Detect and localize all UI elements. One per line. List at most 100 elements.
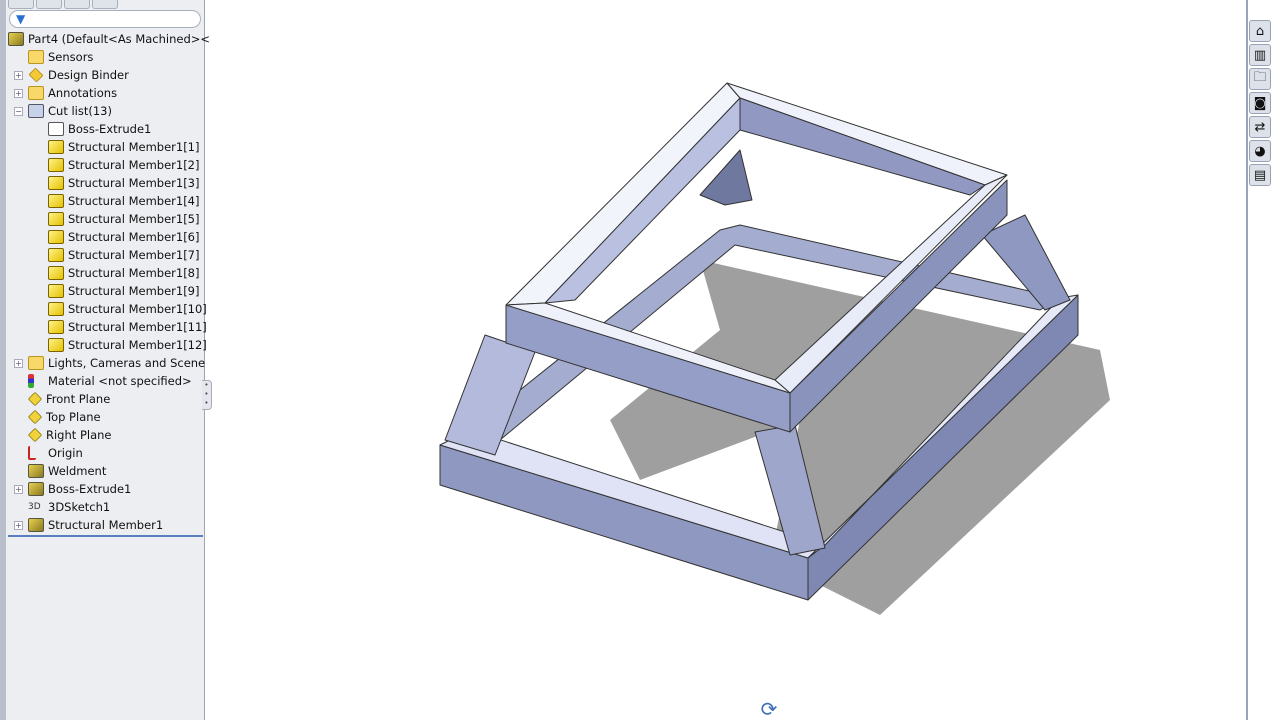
tree-root[interactable]: Part4 (Default<As Machined>< bbox=[8, 30, 210, 48]
folder-icon[interactable]: 🗀 bbox=[1249, 68, 1271, 90]
tree-item-label: Structural Member1 bbox=[48, 518, 164, 532]
annotations-folder-icon bbox=[28, 86, 44, 100]
expand-toggle[interactable]: + bbox=[14, 89, 23, 98]
tree-item-label: Structural Member1[1] bbox=[68, 140, 200, 154]
filter-icon: ▼ bbox=[16, 12, 26, 26]
weldment-icon bbox=[28, 464, 44, 478]
rebuild-icon[interactable]: ⟳ bbox=[757, 698, 781, 720]
model-view bbox=[439, 82, 1110, 615]
tree-item[interactable]: Structural Member1[8] bbox=[8, 264, 203, 282]
expand-toggle[interactable]: − bbox=[14, 107, 23, 116]
tree-item[interactable]: Origin bbox=[8, 444, 203, 462]
view-palette-icon[interactable]: ◙ bbox=[1249, 92, 1271, 114]
tree-item[interactable]: Structural Member1[4] bbox=[8, 192, 203, 210]
tree-item[interactable]: Weldment bbox=[8, 462, 203, 480]
solid-body-icon bbox=[48, 140, 64, 154]
tree-item[interactable]: Structural Member1[12] bbox=[8, 336, 207, 354]
tree-item[interactable]: Structural Member1[3] bbox=[8, 174, 203, 192]
tree-item[interactable]: Structural Member1[7] bbox=[8, 246, 203, 264]
tree-item[interactable]: − Cut list(13) bbox=[8, 102, 203, 120]
tree-item[interactable]: Boss-Extrude1 bbox=[8, 120, 203, 138]
tree-item-label: Lights, Cameras and Scene bbox=[48, 356, 206, 370]
rollback-bar[interactable] bbox=[8, 535, 203, 537]
expand-toggle[interactable]: + bbox=[14, 71, 23, 80]
home-icon[interactable]: ⌂ bbox=[1249, 20, 1271, 42]
tree-item-label: Boss-Extrude1 bbox=[68, 122, 152, 136]
expand-toggle[interactable]: + bbox=[14, 359, 23, 368]
tab-feature-manager[interactable] bbox=[8, 0, 34, 9]
tree-item[interactable]: 3D 3DSketch1 bbox=[8, 498, 203, 516]
solid-body-icon bbox=[48, 158, 64, 172]
tree-item-label: Annotations bbox=[48, 86, 118, 100]
resources-icon[interactable]: ▥ bbox=[1249, 44, 1271, 66]
tree-item-label: Design Binder bbox=[48, 68, 129, 82]
tree-item[interactable]: + Structural Member1 bbox=[8, 516, 203, 534]
task-pane: ⌂ ▥ 🗀 ◙ ⇄ ◕ ▤ bbox=[1246, 0, 1280, 720]
tree-item-label: Front Plane bbox=[46, 392, 111, 406]
tree-item-label: Structural Member1[7] bbox=[68, 248, 200, 262]
tree-item[interactable]: Sensors bbox=[8, 48, 203, 66]
tree-item-label: Structural Member1[6] bbox=[68, 230, 200, 244]
graphics-area[interactable] bbox=[206, 0, 1246, 720]
tree-item[interactable]: Structural Member1[5] bbox=[8, 210, 203, 228]
tree-item[interactable]: + Annotations bbox=[8, 84, 203, 102]
top-inner-back bbox=[739, 97, 986, 196]
tree-item[interactable]: Material <not specified> bbox=[8, 372, 203, 390]
solid-body-icon bbox=[48, 176, 64, 190]
origin-icon bbox=[28, 446, 36, 460]
tab-property-manager[interactable] bbox=[36, 0, 62, 9]
tree-item[interactable]: Structural Member1[9] bbox=[8, 282, 203, 300]
expand-toggle[interactable]: + bbox=[14, 485, 23, 494]
sketch3d-icon: 3D bbox=[28, 502, 41, 512]
tree-item-label: Origin bbox=[48, 446, 83, 460]
tree-item[interactable]: Top Plane bbox=[8, 408, 203, 426]
plane-icon bbox=[27, 391, 43, 407]
custom-properties-icon[interactable]: ▤ bbox=[1249, 164, 1271, 186]
tree-item[interactable]: + Lights, Cameras and Scene bbox=[8, 354, 206, 372]
tree-item-label: Structural Member1[8] bbox=[68, 266, 200, 280]
file-explorer-icon[interactable]: ⇄ bbox=[1249, 116, 1271, 138]
tree-item[interactable]: Structural Member1[6] bbox=[8, 228, 203, 246]
tree-item[interactable]: Front Plane bbox=[8, 390, 203, 408]
tree-item[interactable]: + Design Binder bbox=[8, 66, 203, 84]
tab-configuration-manager[interactable] bbox=[64, 0, 90, 9]
tree-item-label: Structural Member1[3] bbox=[68, 176, 200, 190]
tree-item[interactable]: Structural Member1[2] bbox=[8, 156, 203, 174]
tree-item-label: Structural Member1[11] bbox=[68, 320, 207, 334]
tree-item-label: Structural Member1[10] bbox=[68, 302, 207, 316]
tab-display-manager[interactable] bbox=[92, 0, 118, 9]
tree-item-label: Top Plane bbox=[46, 410, 101, 424]
plane-icon bbox=[27, 409, 43, 425]
tree-item-label: Structural Member1[2] bbox=[68, 158, 200, 172]
body-icon bbox=[48, 122, 64, 136]
tree-item-label: Weldment bbox=[48, 464, 107, 478]
tree-item-label: Structural Member1[4] bbox=[68, 194, 200, 208]
tree-item[interactable]: Right Plane bbox=[8, 426, 203, 444]
tree-item[interactable]: Structural Member1[10] bbox=[8, 300, 207, 318]
solid-body-icon bbox=[48, 266, 64, 280]
tree-item[interactable]: Structural Member1[11] bbox=[8, 318, 207, 336]
tree-item-label: Structural Member1[12] bbox=[68, 338, 207, 352]
tree-item[interactable]: + Boss-Extrude1 bbox=[8, 480, 203, 498]
solid-body-icon bbox=[48, 230, 64, 244]
solid-body-icon bbox=[48, 194, 64, 208]
tree-filter-input[interactable]: ▼ bbox=[9, 10, 201, 28]
solid-body-icon bbox=[48, 302, 64, 316]
feature-tree: Part4 (Default<As Machined>< Sensors + Des… bbox=[8, 30, 210, 534]
plane-icon bbox=[27, 427, 43, 443]
extrude-icon bbox=[28, 482, 44, 496]
part-icon bbox=[8, 32, 24, 46]
tree-item-label: Right Plane bbox=[46, 428, 112, 442]
solid-body-icon bbox=[48, 284, 64, 298]
material-icon bbox=[28, 374, 34, 388]
appearances-icon[interactable]: ◕ bbox=[1249, 140, 1271, 162]
solid-body-icon bbox=[48, 248, 64, 262]
tree-item[interactable]: Structural Member1[1] bbox=[8, 138, 203, 156]
solid-body-icon bbox=[48, 338, 64, 352]
expand-toggle[interactable]: + bbox=[14, 521, 23, 530]
tree-item-label: Material <not specified> bbox=[48, 374, 192, 388]
structural-member-icon bbox=[28, 518, 44, 532]
manager-tabs bbox=[8, 0, 203, 9]
solid-body-icon bbox=[48, 212, 64, 226]
feature-manager-panel: ▼ Part4 (Default<As Machined>< Sensors + D… bbox=[0, 0, 212, 720]
